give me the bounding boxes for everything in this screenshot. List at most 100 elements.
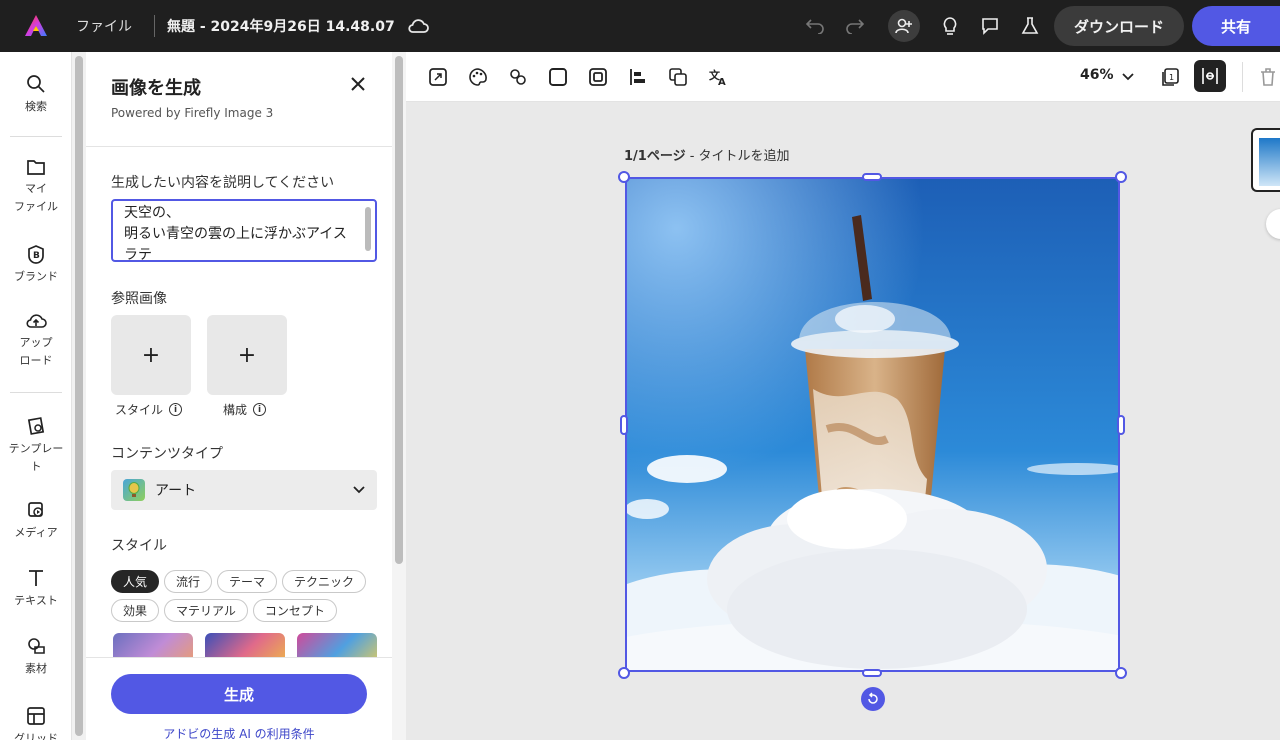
resize-handle-top-left[interactable] [618,171,630,183]
undo-icon[interactable] [800,10,832,42]
media-icon [28,502,43,517]
resize-icon[interactable] [426,65,450,89]
rail-item-text[interactable]: テキスト [0,568,72,610]
resize-handle-top[interactable] [862,173,882,181]
chip-material[interactable]: マテリアル [164,599,248,622]
chip-concept[interactable]: コンセプト [252,599,337,622]
page-thumbnail[interactable] [1251,128,1280,192]
content-type-value: アート [155,483,197,499]
shape-icon[interactable] [546,65,570,89]
canvas-toolbar: 文A 46% 1 [406,52,1280,102]
panel-footer: 生成 アドビの生成 AI の利用条件 [86,657,392,740]
rail-item-grid[interactable]: グリッド [0,706,72,740]
rotate-icon[interactable] [861,687,885,711]
rail-label: テンプレート [8,442,64,473]
panel-title: 画像を生成 [111,78,201,99]
layers-icon[interactable] [666,65,690,89]
divider [10,392,62,393]
rail-scrollbar[interactable] [72,52,86,740]
chip-effect[interactable]: 効果 [111,599,160,622]
content-type-label: コンテンツタイプ [111,446,223,462]
rail-label: メディア [14,526,58,539]
resize-handle-top-right[interactable] [1115,171,1127,183]
rail-item-upload[interactable]: アップ ロード [0,312,72,370]
rail-item-elements[interactable]: 素材 [0,636,72,678]
zoom-level[interactable]: 46% [1080,67,1114,83]
style-reference-add-button[interactable]: + [111,315,191,395]
add-title-link[interactable]: - タイトルを追加 [686,149,790,164]
rail-item-templates[interactable]: テンプレート [0,416,72,476]
resize-handle-bottom-left[interactable] [618,667,630,679]
rail-label: 素材 [25,662,47,675]
download-button[interactable]: ダウンロード [1053,6,1184,46]
top-bar: ファイル 無題 - 2024年9月26日 14.48.07 ダウンロード 共有 [0,0,1280,52]
prompt-line: 明るい青空の雲の上に浮かぶアイス [124,226,347,242]
rail-label: アップ ロード [19,336,53,367]
trash-icon[interactable] [1256,65,1280,89]
generated-image[interactable] [625,177,1120,672]
resize-handle-bottom-right[interactable] [1115,667,1127,679]
template-icon [27,417,45,435]
panel-subtitle: Powered by Firefly Image 3 [111,106,274,120]
border-icon[interactable] [586,65,610,89]
comment-icon[interactable] [974,10,1006,42]
divider [10,136,62,137]
elements-icon [28,638,45,654]
redo-icon[interactable] [838,10,870,42]
ref-style-text: スタイル [115,403,164,417]
chip-popular[interactable]: 人気 [111,570,160,593]
prompt-textarea[interactable]: 天空の、 明るい青空の雲の上に浮かぶアイス ラテ [111,199,377,262]
prompt-line: ラテ [124,247,152,262]
lightbulb-icon[interactable] [934,10,966,42]
remove-background-icon[interactable] [506,65,530,89]
svg-text:A: A [718,77,726,87]
rail-item-brand[interactable]: B ブランド [0,244,72,286]
divider [1242,62,1243,92]
chip-trending[interactable]: 流行 [164,570,213,593]
style-reference-label: スタイル i [115,401,183,418]
chevron-down-icon [353,482,365,498]
resize-handle-left[interactable] [620,415,628,435]
style-label: スタイル [111,538,167,554]
close-icon[interactable] [348,74,368,94]
file-menu[interactable]: ファイル [76,16,132,36]
info-icon[interactable]: i [169,403,183,416]
rail-item-my-files[interactable]: マイ ファイル [0,158,72,216]
ref-composition-text: 構成 [223,403,248,417]
composition-reference-add-button[interactable]: + [207,315,287,395]
pages-icon[interactable]: 1 [1158,65,1182,89]
folder-icon [27,160,45,175]
align-icon[interactable] [626,65,650,89]
plus-icon: + [237,342,257,368]
upload-icon [26,314,47,328]
share-button[interactable]: 共有 [1192,6,1280,46]
rail-label: 検索 [25,100,47,113]
plus-icon: + [141,342,161,368]
collapse-panel-button[interactable] [1266,209,1280,239]
invite-user-icon[interactable] [887,10,920,42]
page-number: 1/1ページ [624,149,686,164]
generate-button[interactable]: 生成 [111,674,367,714]
translate-icon[interactable]: 文A [706,65,730,89]
rail-item-search[interactable]: 検索 [0,74,72,116]
svg-text:B: B [33,251,40,261]
resize-handle-bottom[interactable] [862,669,882,677]
prompt-label: 生成したい内容を説明してください [111,175,335,191]
palette-icon[interactable] [466,65,490,89]
cloud-icon[interactable] [407,18,429,34]
adjust-layout-icon[interactable] [1194,60,1226,92]
resize-handle-right[interactable] [1117,415,1125,435]
content-type-select[interactable]: アート [111,470,377,510]
beaker-icon[interactable] [1014,10,1046,42]
chip-technique[interactable]: テクニック [282,570,367,593]
document-title[interactable]: 無題 - 2024年9月26日 14.48.07 [167,16,395,36]
rail-item-media[interactable]: メディア [0,500,72,542]
prompt-scrollbar[interactable] [365,207,371,251]
info-icon[interactable]: i [253,403,267,416]
chevron-down-icon[interactable] [1122,67,1134,86]
chip-theme[interactable]: テーマ [217,570,278,593]
panel-scrollbar[interactable] [392,52,406,740]
adobe-express-logo[interactable] [0,0,72,52]
divider [86,146,392,147]
terms-link[interactable]: アドビの生成 AI の利用条件 [86,725,392,740]
